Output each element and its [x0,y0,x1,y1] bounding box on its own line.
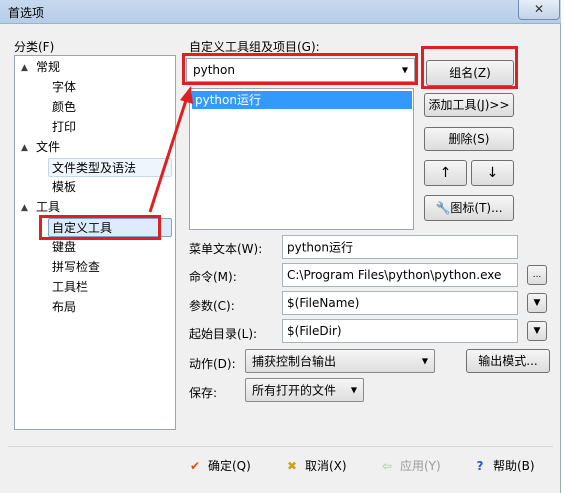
tree-item-general[interactable]: 常规 [36,58,60,77]
question-icon: ? [476,459,484,473]
tree-item-keyboard[interactable]: 键盘 [52,238,76,257]
args-dropdown-button[interactable]: ▼ [527,293,547,313]
command-label: 命令(M): [189,270,237,284]
tree-item-file[interactable]: 文件 [36,138,60,157]
ok-button[interactable]: ✔ 确定(Q) [186,457,251,481]
save-select[interactable]: 所有打开的文件 ▼ [245,378,364,402]
tree-item-font[interactable]: 字体 [52,78,76,97]
add-tool-button[interactable]: 添加工具(J)>> [424,93,514,117]
cancel-button[interactable]: ✖ 取消(X) [283,457,347,481]
move-down-button[interactable]: ↓ [471,160,514,186]
command-field[interactable]: C:\Program Files\python\python.exe [282,263,518,287]
menu-text-field[interactable]: python运行 [282,235,518,259]
icon-button[interactable]: 🔧图标(T)... [424,195,514,221]
tree-item-toolbar[interactable]: 工具栏 [52,278,88,297]
title-bar: 首选项 ✕ [0,0,561,24]
tree-item-color[interactable]: 颜色 [52,98,76,117]
checkmark-icon: ✔ [189,459,201,473]
annotation-arrow [148,86,193,213]
args-label: 参数(C): [189,299,235,313]
collapse-toggle-icon[interactable]: ▲ [21,63,28,73]
collapse-toggle-icon[interactable]: ▲ [21,203,28,213]
move-up-button[interactable]: ↑ [424,160,467,186]
preferences-window: 首选项 ✕ 分类(F) ▲ 常规 字体 颜色 打印 ▲ 文件 文件类型及语法 模… [0,0,561,493]
arrow-up-icon: ↑ [439,165,452,181]
arrow-down-icon: ↓ [486,165,499,181]
tree-item-print[interactable]: 打印 [52,118,76,137]
menu-text-label: 菜单文本(W): [189,242,263,256]
save-label: 保存: [189,386,218,400]
cross-icon: ✖ [286,459,298,473]
wrench-icon: 🔧 [435,201,451,215]
action-label: 动作(D): [189,357,236,371]
tree-item-layout[interactable]: 布局 [52,298,76,317]
tool-items-list[interactable]: python运行 [189,88,414,230]
action-select[interactable]: 捕获控制台输出 ▼ [245,349,435,373]
startdir-field[interactable]: $(FileDir) [282,319,518,343]
chevron-down-icon: ▼ [533,298,541,308]
collapse-toggle-icon[interactable]: ▲ [21,143,28,153]
startdir-label: 起始目录(L): [189,327,258,341]
category-label: 分类(F) [14,40,55,54]
chevron-down-icon: ▼ [533,326,541,336]
chevron-down-icon: ▼ [350,385,357,395]
window-title: 首选项 [8,6,45,20]
list-item[interactable]: python运行 [192,91,412,109]
close-icon: ✕ [533,2,545,16]
help-button[interactable]: ? 帮助(B) [471,457,535,481]
delete-button[interactable]: 删除(S) [424,127,514,151]
output-mode-button[interactable]: 输出模式... [466,349,550,373]
annotation-highlight [182,53,418,85]
apply-button[interactable]: ⇦ 应用(Y) [378,457,441,481]
args-field[interactable]: $(FileName) [282,291,518,315]
arrow-left-icon: ⇦ [381,459,393,473]
annotation-highlight [421,46,518,89]
tree-item-spellcheck[interactable]: 拼写检查 [52,258,100,277]
startdir-dropdown-button[interactable]: ▼ [527,321,547,341]
browse-button[interactable]: ... [527,265,547,285]
chevron-down-icon: ▼ [421,356,428,366]
tree-item-template[interactable]: 模板 [52,178,76,197]
close-button[interactable]: ✕ [518,0,560,20]
footer-divider [8,446,553,447]
